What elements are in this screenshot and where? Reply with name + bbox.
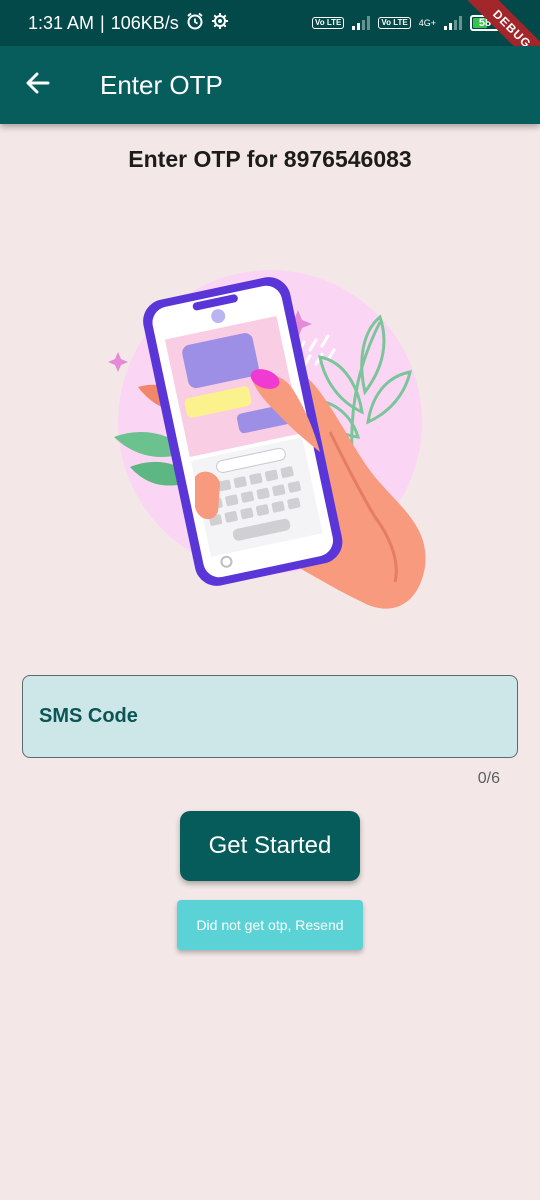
get-started-button[interactable]: Get Started xyxy=(180,811,360,881)
status-net-speed: 106KB/s xyxy=(110,12,179,33)
settings-gear-icon xyxy=(211,12,229,35)
signal-icon xyxy=(444,16,462,30)
network-type: 4G+ xyxy=(418,17,436,28)
page-title: Enter OTP xyxy=(100,69,223,100)
character-counter: 0/6 xyxy=(477,770,500,787)
app-bar: Enter OTP xyxy=(0,46,540,124)
back-button[interactable] xyxy=(0,46,76,124)
status-bar: 1:31 AM | 106KB/s Vo LTE Vo LTE 4G+ 58 xyxy=(0,0,540,46)
phone-in-hand-illustration xyxy=(100,262,440,612)
otp-heading: Enter OTP for 8976546083 xyxy=(128,146,412,172)
sms-code-input[interactable] xyxy=(39,676,501,757)
status-time: 1:31 AM xyxy=(28,12,95,33)
volte-badge: Vo LTE xyxy=(311,17,345,29)
alarm-icon xyxy=(185,11,205,36)
signal-icon xyxy=(352,16,371,30)
volte-badge: Vo LTE xyxy=(378,17,411,29)
resend-otp-button[interactable]: Did not get otp, Resend xyxy=(177,900,363,950)
arrow-left-icon xyxy=(24,69,52,102)
sms-code-field[interactable] xyxy=(22,675,518,758)
